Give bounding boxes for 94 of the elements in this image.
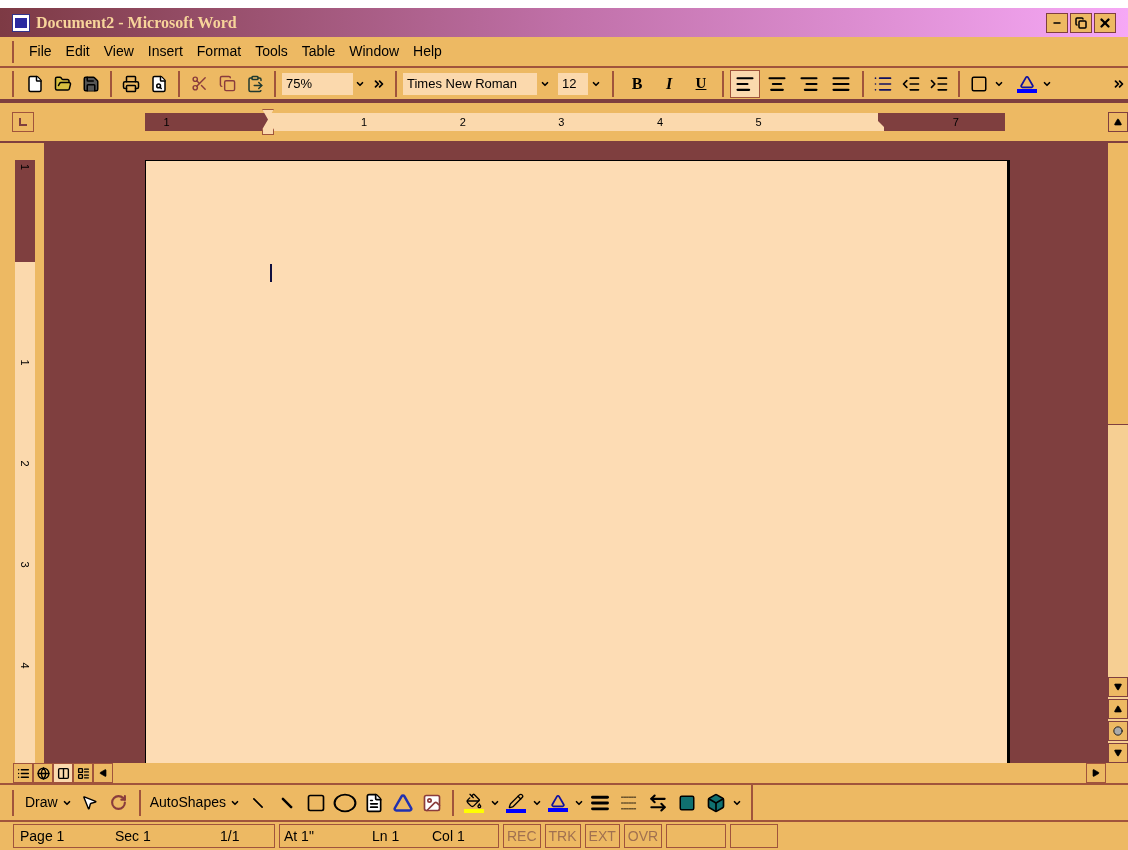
menu-item[interactable]: Insert <box>140 41 190 62</box>
clipboard-icon <box>246 74 264 93</box>
print-view-icon <box>56 766 70 780</box>
normal-view-icon <box>16 766 30 780</box>
double-down-arrow-icon <box>1114 749 1122 757</box>
status-panel <box>666 824 727 848</box>
normal-view-button[interactable] <box>13 763 33 783</box>
rectangle-icon <box>305 792 326 813</box>
ruler-number: 3 <box>18 561 32 568</box>
tab-selector-button[interactable] <box>12 112 34 132</box>
ruler-number: 4 <box>655 114 664 130</box>
status-text: 1/1 <box>220 826 241 846</box>
align-left-button[interactable] <box>730 69 760 98</box>
sphere-icon <box>1113 726 1123 736</box>
menu-item[interactable]: View <box>96 41 141 62</box>
font-size-value: 12 <box>561 74 578 93</box>
outline-view-button[interactable] <box>73 763 93 783</box>
menu-item[interactable]: File <box>22 41 59 62</box>
scroll-down-button[interactable] <box>1108 677 1128 697</box>
scissors-icon <box>190 75 208 92</box>
browse-object-button[interactable] <box>1108 721 1128 741</box>
ruler-number: 1 <box>162 114 171 130</box>
font-size-box[interactable]: 12 <box>558 72 604 95</box>
ruler-number: 7 <box>951 114 960 130</box>
vertical-scrollbar[interactable] <box>1108 143 1128 763</box>
status-text: Col 1 <box>432 826 466 846</box>
ruler-number: 1 <box>18 359 32 366</box>
left-arrow-icon <box>99 769 107 777</box>
previous-page-button[interactable] <box>1108 699 1128 719</box>
next-page-button[interactable] <box>1108 743 1128 763</box>
font-box[interactable]: Times New Roman <box>403 72 553 95</box>
status-text: At 1" <box>284 826 315 846</box>
zoom-box[interactable]: 75% <box>282 72 367 95</box>
ruler-number: 5 <box>754 114 763 130</box>
minimize-button[interactable] <box>1046 12 1068 33</box>
rotate-icon <box>110 794 128 811</box>
menu-item[interactable]: Format <box>189 41 249 62</box>
double-up-arrow-icon <box>1114 705 1122 713</box>
menu-item[interactable]: Edit <box>58 41 97 62</box>
double-arrow-icon <box>647 792 668 813</box>
menu-item[interactable]: Help <box>406 41 449 62</box>
paint-bucket-icon <box>465 792 482 809</box>
restore-button[interactable] <box>1070 12 1092 33</box>
underline-button[interactable]: U <box>686 70 716 97</box>
menu-item[interactable]: Tools <box>248 41 295 62</box>
ruler-number: 1 <box>360 114 369 130</box>
folder-icon <box>54 74 72 93</box>
status-panel <box>730 824 779 848</box>
draw-menu-button[interactable]: Draw <box>23 792 74 813</box>
zoom-value: 75% <box>285 74 314 93</box>
border-icon <box>970 74 988 93</box>
pointer-icon <box>81 794 99 811</box>
window-title: Document2 - Microsoft Word <box>36 12 237 33</box>
status-text: Page 1 <box>20 826 66 846</box>
print-view-button[interactable] <box>53 763 73 783</box>
scroll-thumb[interactable] <box>1108 143 1128 425</box>
status-text: Sec 1 <box>115 826 152 846</box>
cube-icon <box>705 792 726 813</box>
ruler-number: 2 <box>18 460 32 467</box>
oval-icon <box>332 792 358 813</box>
close-icon <box>1098 15 1112 30</box>
ruler-number: 4 <box>18 662 32 669</box>
ruler-number: 1 <box>18 163 32 171</box>
down-arrow-icon <box>1114 683 1122 691</box>
printer-icon <box>122 74 140 93</box>
pencil-icon <box>507 792 524 809</box>
right-arrow-icon <box>1092 769 1100 777</box>
italic-button[interactable]: I <box>654 70 684 97</box>
shadow-square-icon <box>677 793 696 812</box>
scroll-right-button[interactable] <box>1086 763 1106 783</box>
copy-icon <box>218 75 236 92</box>
web-view-button[interactable] <box>33 763 53 783</box>
page-icon <box>26 74 44 93</box>
up-arrow-icon <box>1114 118 1122 126</box>
close-button[interactable] <box>1094 12 1116 33</box>
indent-marker-icon[interactable] <box>262 109 274 135</box>
save-icon <box>82 74 100 93</box>
clip-art-icon <box>421 792 442 813</box>
autoshapes-menu-button[interactable]: AutoShapes <box>147 792 242 813</box>
status-text: Ln 1 <box>372 826 401 846</box>
restore-icon <box>1075 16 1087 29</box>
ruler-number: 2 <box>458 114 467 130</box>
menu-item[interactable]: Table <box>294 41 343 62</box>
font-name: Times New Roman <box>406 74 519 93</box>
ruler-number: 3 <box>557 114 566 130</box>
menu-item[interactable]: Window <box>342 41 407 62</box>
magnifier-page-icon <box>150 74 168 93</box>
web-view-icon <box>36 766 50 780</box>
text-cursor <box>270 264 272 282</box>
word-icon <box>12 13 30 32</box>
scroll-left-button[interactable] <box>93 763 113 783</box>
outline-view-icon <box>76 766 90 780</box>
bold-button[interactable]: B <box>622 70 652 97</box>
scroll-up-button[interactable] <box>1108 112 1128 132</box>
